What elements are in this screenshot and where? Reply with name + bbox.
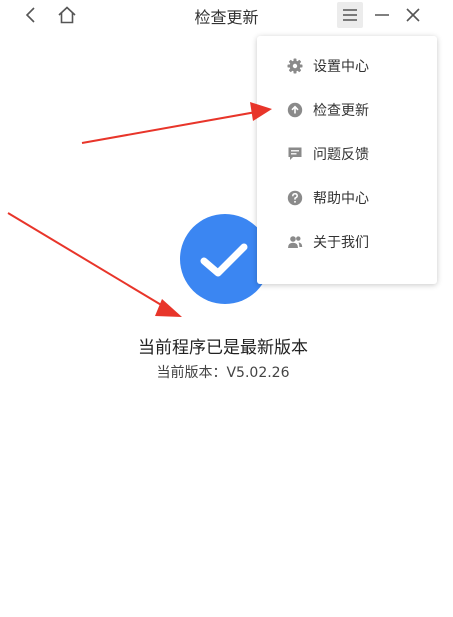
upload-circle-icon — [287, 102, 303, 118]
annotation-arrow-upper — [81, 102, 272, 144]
annotation-arrow-lower — [7, 212, 182, 317]
menu-item-label: 设置中心 — [313, 59, 369, 75]
menu-item-feedback[interactable]: 问题反馈 — [257, 134, 437, 174]
menu-item-settings[interactable]: 设置中心 — [257, 46, 437, 86]
minimize-button[interactable] — [370, 2, 394, 28]
menu-item-label: 问题反馈 — [313, 147, 369, 163]
close-button[interactable] — [401, 2, 425, 28]
minimize-icon — [375, 14, 389, 16]
menu-item-check-update[interactable]: 检查更新 — [257, 90, 437, 130]
menu-icon — [343, 9, 357, 21]
title-bar: 检查更新 — [0, 0, 453, 30]
menu-item-label: 关于我们 — [313, 235, 369, 251]
menu-item-help[interactable]: 帮助中心 — [257, 178, 437, 218]
menu-button[interactable] — [337, 2, 363, 28]
menu-item-label: 检查更新 — [313, 103, 369, 119]
close-icon — [406, 8, 420, 22]
dropdown-menu: 设置中心 检查更新 问题反馈 帮助中心 关于我们 — [257, 36, 437, 284]
gear-icon — [287, 58, 303, 74]
version-text: 当前版本：V5.02.26 — [156, 365, 290, 381]
users-icon — [288, 236, 303, 248]
menu-item-about[interactable]: 关于我们 — [257, 222, 437, 262]
status-title: 当前程序已是最新版本 — [138, 338, 308, 358]
menu-item-label: 帮助中心 — [313, 191, 369, 207]
help-circle-icon — [287, 190, 303, 206]
feedback-icon — [288, 147, 302, 160]
